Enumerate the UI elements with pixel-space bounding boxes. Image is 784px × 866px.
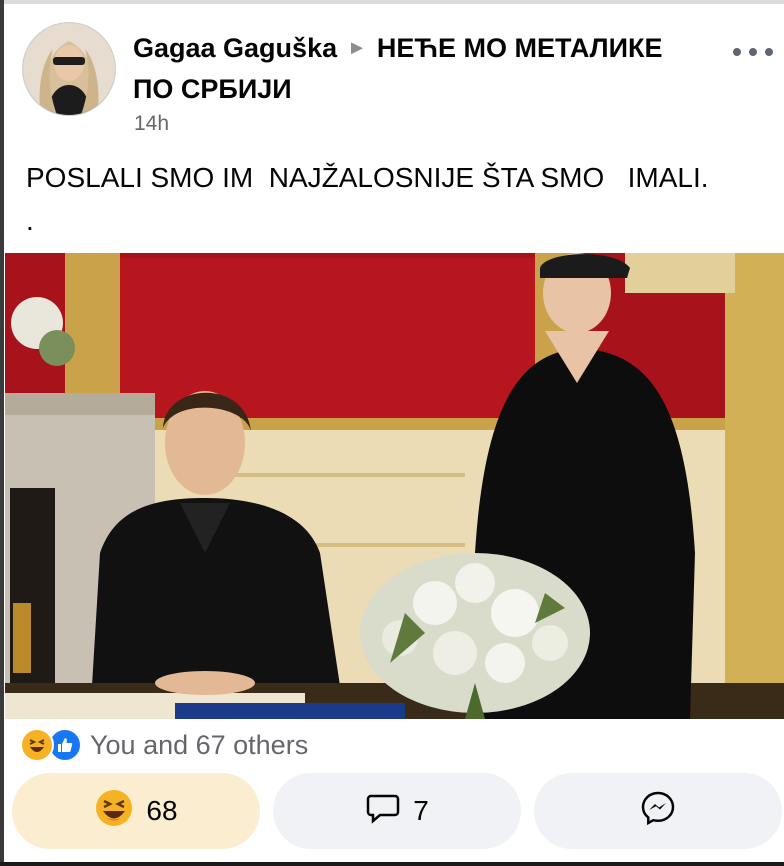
post-timestamp[interactable]: 14h	[134, 112, 169, 136]
reactions-summary-row[interactable]: You and 67 others	[20, 726, 308, 764]
more-options-button[interactable]	[733, 42, 773, 62]
comment-button[interactable]: 7	[273, 773, 521, 849]
avatar-image	[23, 23, 115, 115]
post-text-trailing: .	[26, 205, 34, 236]
haha-icon	[94, 788, 134, 835]
messenger-icon	[639, 789, 677, 834]
messenger-share-button[interactable]	[534, 773, 782, 849]
photo-image	[5, 253, 784, 719]
more-dots-icon	[733, 48, 741, 56]
more-dots-icon	[765, 48, 773, 56]
comment-bubble-icon	[365, 790, 401, 833]
more-dots-icon	[749, 48, 757, 56]
post-photo[interactable]	[5, 253, 784, 719]
react-count: 68	[146, 795, 178, 826]
haha-icon	[20, 728, 54, 762]
react-button[interactable]: 68	[12, 773, 260, 849]
bottom-border	[0, 862, 784, 866]
post-text: POSLALI SMO IM NAJŽALOSNIJE ŠTA SMO IMAL…	[26, 162, 709, 193]
post-header: Gagaa Gaguška ► НЕЋЕ МО МЕТАЛИКЕ ПО СРБИЈИ	[133, 28, 693, 110]
top-border	[0, 0, 784, 4]
author-name[interactable]: Gagaa Gaguška	[133, 33, 337, 63]
left-border	[0, 0, 4, 866]
reaction-summary-text: You and 67 others	[90, 729, 309, 760]
comment-count: 7	[413, 795, 429, 826]
arrow-right-icon: ►	[347, 37, 367, 59]
author-avatar[interactable]	[22, 22, 116, 116]
